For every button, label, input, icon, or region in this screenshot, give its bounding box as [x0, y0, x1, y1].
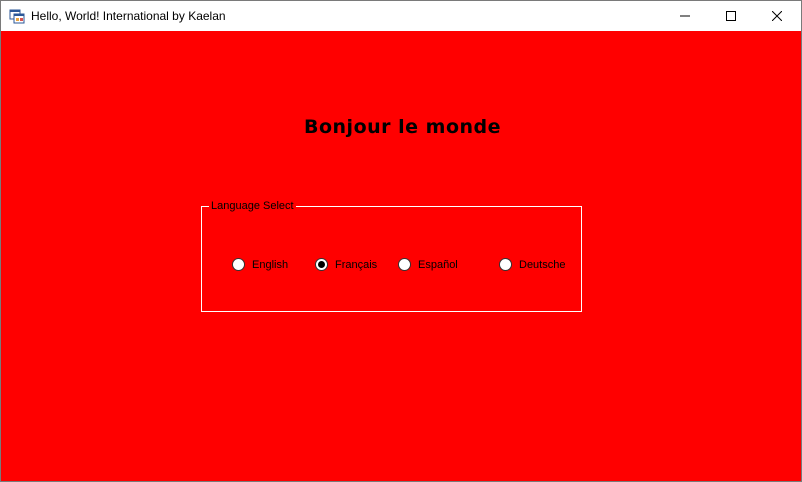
app-icon: [9, 8, 25, 24]
app-window: Hello, World! International by Kaelan Bo…: [0, 0, 802, 482]
radio-english[interactable]: English: [232, 258, 288, 271]
radio-label: Español: [418, 258, 458, 271]
group-legend: Language Select: [209, 200, 296, 213]
radio-francais[interactable]: Français: [315, 258, 377, 271]
radio-label: English: [252, 258, 289, 271]
minimize-icon: [680, 11, 690, 21]
close-button[interactable]: [754, 1, 800, 31]
greeting-label: Bonjour le monde: [304, 116, 502, 138]
radio-label: Deutsche: [519, 258, 566, 271]
client-area: Bonjour le monde Language Select English…: [1, 31, 801, 481]
radio-indicator[interactable]: [499, 258, 512, 271]
maximize-button[interactable]: [708, 1, 754, 31]
close-icon: [772, 11, 782, 21]
radio-espanol[interactable]: Español: [398, 258, 458, 271]
radio-label: Français: [335, 258, 378, 271]
minimize-button[interactable]: [662, 1, 708, 31]
title-bar[interactable]: Hello, World! International by Kaelan: [1, 1, 801, 31]
language-select-group: Language Select English Français Español…: [201, 200, 582, 312]
radio-deutsche[interactable]: Deutsche: [499, 258, 565, 271]
radio-indicator[interactable]: [232, 258, 245, 271]
radio-indicator[interactable]: [398, 258, 411, 271]
radio-indicator[interactable]: [315, 258, 328, 271]
window-title: Hello, World! International by Kaelan: [31, 9, 226, 23]
maximize-icon: [726, 11, 736, 21]
